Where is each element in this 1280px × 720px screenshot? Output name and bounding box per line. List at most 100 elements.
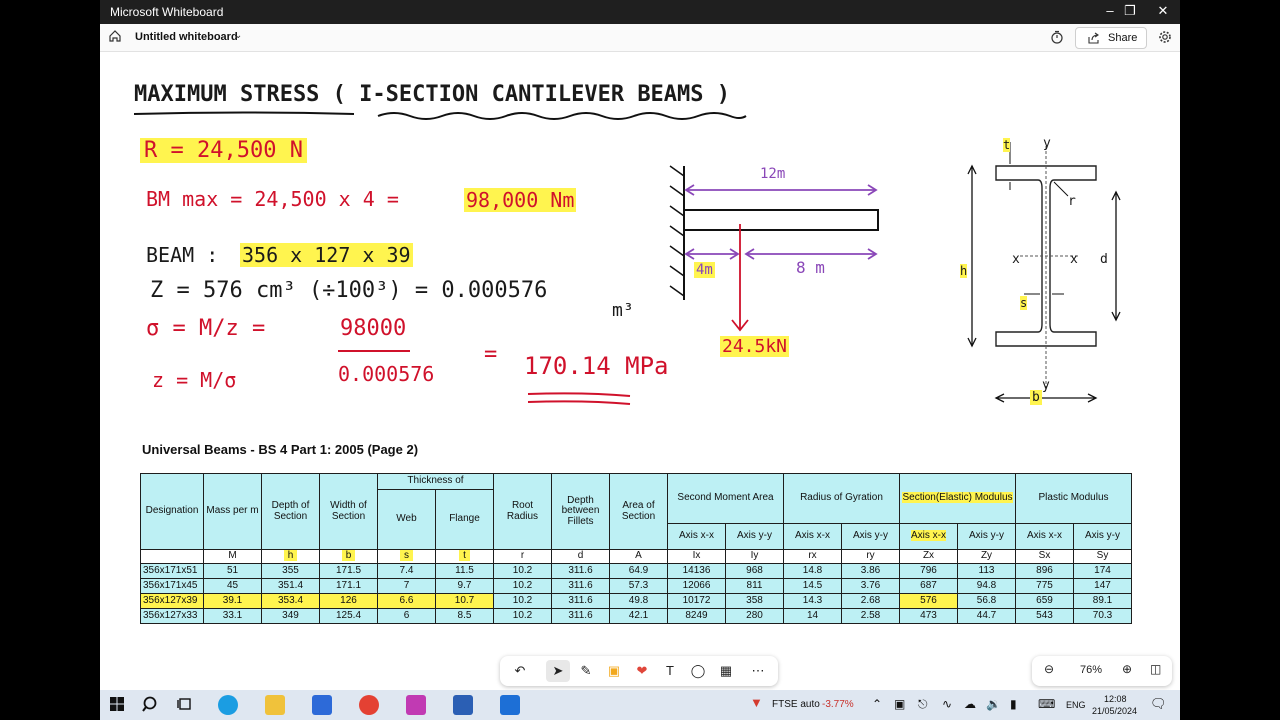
task-view-icon[interactable] [176, 695, 196, 715]
keyboard-icon[interactable]: ⌨ [1038, 697, 1055, 711]
table-cell: 10.2 [493, 578, 552, 594]
windows-start-icon[interactable] [108, 695, 128, 715]
zoom-control: ⊖ 76% ⊕ ◫ [1032, 656, 1172, 686]
header-elastic-modulus: Section(Elastic) Modulus [899, 473, 1016, 524]
table-cell: 356x171x45 [140, 578, 204, 594]
header-axis: Axis x-x [899, 523, 958, 550]
table-cell: 6.6 [377, 593, 436, 609]
file-explorer-icon[interactable] [265, 695, 285, 715]
edge-browser-icon[interactable] [218, 695, 238, 715]
distance-b-label: 8 m [796, 258, 825, 277]
close-button[interactable]: ✕ [1153, 3, 1173, 21]
table-cell: 10.2 [493, 608, 552, 624]
clock-date[interactable]: 21/05/2024 [1092, 706, 1137, 716]
beam-value: 356 x 127 x 39 [240, 243, 413, 267]
table-cell: 171.1 [319, 578, 378, 594]
clock-time[interactable]: 12:08 [1104, 694, 1127, 704]
header-root-radius: Root Radius [493, 473, 552, 550]
ticker-name[interactable]: FTSE auto [772, 699, 820, 710]
word-icon[interactable] [453, 695, 473, 715]
fraction-numerator: 98000 [340, 316, 407, 341]
wifi-icon[interactable]: ∿ [942, 697, 952, 711]
table-cell: 358 [725, 593, 784, 609]
table-cell: 356x127x39 [140, 593, 204, 609]
app-icon[interactable] [406, 695, 426, 715]
zoom-out-icon[interactable]: ⊖ [1044, 662, 1054, 676]
board-title[interactable]: Untitled whiteboard [135, 31, 238, 43]
header-axis: Axis y-y [841, 523, 900, 550]
header-axis: Axis y-y [957, 523, 1016, 550]
fit-to-screen-icon[interactable]: ◫ [1150, 662, 1161, 676]
whiteboard-canvas[interactable]: MAXIMUM STRESS ( I-SECTION CANTILEVER BE… [100, 52, 1180, 690]
home-icon[interactable] [108, 29, 122, 43]
language-indicator[interactable]: ENG [1066, 700, 1086, 710]
total-length-label: 12m [760, 166, 786, 182]
table-row: 356x127x33 33.1 349 125.4 6 8.5 10.2 311… [140, 608, 1132, 624]
header-plastic-modulus: Plastic Modulus [1015, 473, 1132, 524]
notifications-icon[interactable]: 🗨 [1150, 696, 1167, 712]
header-thickness: Thickness of [377, 473, 494, 490]
table-cell: 14.5 [783, 578, 842, 594]
table-cell: 10.2 [493, 563, 552, 579]
zoom-level[interactable]: 76% [1080, 664, 1102, 676]
undo-icon[interactable]: ↶ [508, 660, 532, 682]
share-icon [1088, 32, 1099, 44]
table-cell: 6 [377, 608, 436, 624]
sticky-note-icon[interactable]: ▣ [602, 660, 626, 682]
stock-down-icon: ▼ [750, 695, 763, 710]
table-cell: 70.3 [1073, 608, 1132, 624]
header-web: Web [377, 489, 436, 550]
zoom-in-icon[interactable]: ⊕ [1122, 662, 1132, 676]
chevron-up-icon[interactable]: ⌃ [872, 697, 882, 711]
gear-icon[interactable] [1158, 30, 1172, 44]
bending-moment-line: BM max = 24,500 x 4 = [146, 187, 399, 211]
table-cell: 356x127x33 [140, 608, 204, 624]
table-cell: 473 [899, 608, 958, 624]
whiteboard-app-icon[interactable] [500, 695, 520, 715]
store-icon[interactable] [312, 695, 332, 715]
header-designation: Designation [140, 473, 204, 550]
timer-icon[interactable] [1050, 30, 1064, 44]
ticker-change[interactable]: -3.77% [822, 699, 854, 710]
header-axis: Axis x-x [783, 523, 842, 550]
header-axis-text: Axis x-x [911, 530, 946, 542]
pen-tool-icon[interactable]: ✎ [574, 660, 598, 682]
symbol-cell [140, 549, 204, 564]
templates-icon[interactable]: ▦ [714, 660, 738, 682]
symbol-cell: t [435, 549, 494, 564]
minimize-button[interactable]: – [1100, 3, 1120, 21]
shapes-tool-icon[interactable]: ◯ [686, 660, 710, 682]
share-button[interactable]: Share [1075, 27, 1147, 49]
symbol-cell: s [377, 549, 436, 564]
more-options-icon[interactable]: ⋯ [746, 660, 770, 682]
table-cell: 811 [725, 578, 784, 594]
z-line: Z = 576 cm³ (÷100³) = 0.000576 [150, 278, 548, 303]
text-tool-icon[interactable]: T [658, 660, 682, 682]
reaction-heart-icon[interactable]: ❤ [630, 660, 654, 682]
search-icon[interactable] [142, 695, 162, 715]
table-cell: 356x171x51 [140, 563, 204, 579]
section-x-left-label: x [1012, 252, 1020, 267]
table-row-highlighted: 356x127x39 39.1 353.4 126 6.6 10.7 10.2 … [140, 593, 1132, 609]
symbol-row: M h b s t r d A Ix Iy rx ry Zx Zy Sx Sy [140, 549, 1132, 564]
header-width: Width of Section [319, 473, 378, 550]
table-cell: 353.4 [261, 593, 320, 609]
header-axis: Axis x-x [667, 523, 726, 550]
battery-icon[interactable]: ▮ [1010, 697, 1017, 711]
chrome-icon[interactable] [359, 695, 379, 715]
table-cell: 14.3 [783, 593, 842, 609]
volume-icon[interactable]: 🔉 [986, 697, 1001, 711]
select-tool-icon[interactable]: ➤ [546, 660, 570, 682]
table-cell: 349 [261, 608, 320, 624]
table-cell: 2.58 [841, 608, 900, 624]
header-mass: Mass per m [203, 473, 262, 550]
restore-button[interactable]: ❐ [1120, 3, 1140, 21]
cloud-icon[interactable]: ☁ [964, 697, 976, 711]
sigma-line: σ = M/z = [146, 316, 266, 341]
chevron-down-icon[interactable]: ⌄ [234, 30, 242, 41]
symbol-text: t [459, 550, 470, 562]
usb-icon[interactable]: ⎋ [918, 697, 928, 712]
section-properties-table: Designation Mass per m Depth of Section … [140, 473, 1132, 624]
gamepad-icon[interactable]: ▣ [894, 697, 905, 711]
table-cell: 113 [957, 563, 1016, 579]
